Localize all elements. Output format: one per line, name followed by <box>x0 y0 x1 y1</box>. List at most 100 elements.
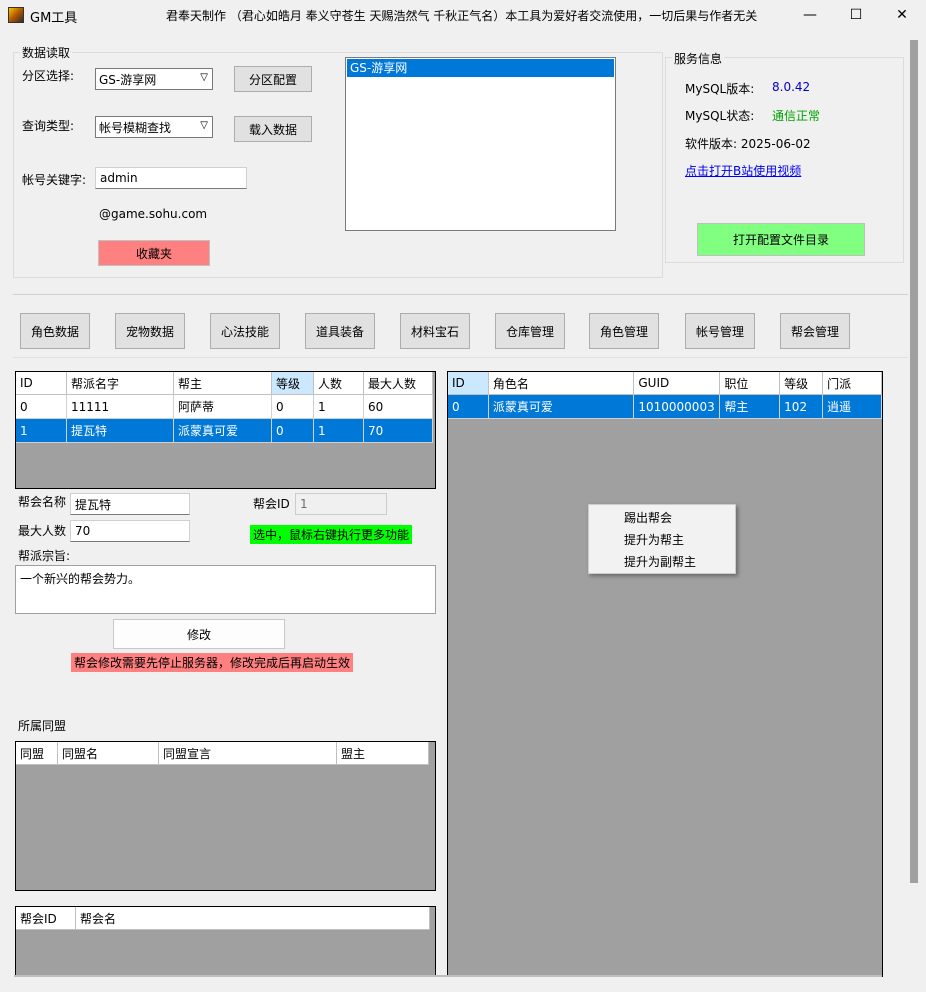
load-data-button[interactable]: 载入数据 <box>234 116 312 142</box>
column-header[interactable]: ID <box>448 372 489 395</box>
zone-select[interactable]: GS-游享网 ▽ <box>95 68 213 90</box>
nav-role-data[interactable]: 角色数据 <box>20 313 90 349</box>
minimize-button[interactable]: — <box>787 0 833 30</box>
nav-items[interactable]: 道具装备 <box>305 313 375 349</box>
zone-select-value: GS-游享网 <box>99 72 157 87</box>
column-header[interactable]: 帮会名 <box>75 907 430 930</box>
service-legend: 服务信息 <box>672 50 725 67</box>
nav-warehouse[interactable]: 仓库管理 <box>495 313 565 349</box>
horizontal-scrollbar[interactable] <box>14 975 882 977</box>
query-type-label: 查询类型: <box>22 119 75 133</box>
nav-role-manage[interactable]: 角色管理 <box>589 313 659 349</box>
nav-materials[interactable]: 材料宝石 <box>400 313 470 349</box>
table-header-row: 同盟 同盟名 同盟宣言 盟主 <box>16 742 429 765</box>
query-type-value: 帐号模糊查找 <box>99 120 172 135</box>
column-header[interactable]: GUID <box>633 372 721 395</box>
menu-item-promote-vice[interactable]: 提升为副帮主 <box>624 553 696 570</box>
close-button[interactable]: ✕ <box>879 0 925 30</box>
keyword-label: 帐号关键字: <box>22 173 87 187</box>
guild-table[interactable]: ID 帮派名字 帮主 等级 人数 最大人数 0 11111 阿萨蒂 0 1 60… <box>15 371 436 489</box>
modify-warning: 帮会修改需要先停止服务器，修改完成后再启动生效 <box>71 653 354 672</box>
nav-skills[interactable]: 心法技能 <box>210 313 280 349</box>
column-header[interactable]: 帮主 <box>173 372 272 395</box>
column-header[interactable]: 职位 <box>719 372 781 395</box>
column-header[interactable]: 角色名 <box>488 372 635 395</box>
domain-suffix: @game.sohu.com <box>99 207 208 221</box>
divider <box>13 294 908 295</box>
nav-pet-data[interactable]: 宠物数据 <box>115 313 185 349</box>
guild-ref-table[interactable]: 帮会ID 帮会名 <box>15 906 436 976</box>
column-header[interactable]: 帮派名字 <box>66 372 174 395</box>
menu-item-promote-leader[interactable]: 提升为帮主 <box>624 531 684 548</box>
cell: 1 <box>313 394 364 419</box>
column-header[interactable]: 人数 <box>313 372 364 395</box>
column-header[interactable]: 盟主 <box>336 742 429 765</box>
context-menu: 踢出帮会 提升为帮主 提升为副帮主 <box>588 504 736 574</box>
guild-name-label: 帮会名称 <box>18 495 67 509</box>
alliance-label: 所属同盟 <box>18 719 67 733</box>
member-table[interactable]: ID 角色名 GUID 职位 等级 门派 0 派蒙真可爱 1010000003 … <box>447 371 883 977</box>
column-header[interactable]: 同盟名 <box>57 742 159 765</box>
max-members-input[interactable]: 70 <box>70 520 190 542</box>
menu-item-kick[interactable]: 踢出帮会 <box>624 509 672 526</box>
column-header[interactable]: ID <box>16 372 67 395</box>
cell: 阿萨蒂 <box>173 394 272 419</box>
divider <box>13 357 908 358</box>
column-header[interactable]: 等级 <box>779 372 824 395</box>
open-config-dir-button[interactable]: 打开配置文件目录 <box>697 223 865 256</box>
maximize-button[interactable]: ☐ <box>833 0 879 30</box>
cell: 0 <box>16 394 67 419</box>
table-row-selected[interactable]: 1 提瓦特 派蒙真可爱 0 1 70 <box>16 418 433 443</box>
title-bar: GM工具 君奉天制作 （君心如皓月 奉义守苍生 天赐浩然气 千秋正气名）本工具为… <box>0 0 926 30</box>
server-list-item[interactable]: GS-游享网 <box>347 59 614 77</box>
guild-id-input: 1 <box>295 493 387 515</box>
nav-account-manage[interactable]: 帐号管理 <box>685 313 755 349</box>
cell: 70 <box>363 418 433 443</box>
guild-purpose-label: 帮派宗旨: <box>18 549 71 563</box>
guild-purpose-textarea[interactable]: 一个新兴的帮会势力。 <box>15 565 436 614</box>
column-header[interactable]: 帮会ID <box>16 907 76 930</box>
table-header-row: ID 角色名 GUID 职位 等级 门派 <box>448 372 882 395</box>
column-header[interactable]: 同盟 <box>16 742 58 765</box>
nav-guild-manage[interactable]: 帮会管理 <box>780 313 850 349</box>
column-header[interactable]: 同盟宣言 <box>158 742 337 765</box>
column-header[interactable]: 等级 <box>271 372 314 395</box>
app-icon <box>8 7 24 23</box>
guild-name-input[interactable]: 提瓦特 <box>70 493 190 515</box>
cell: 60 <box>363 394 433 419</box>
column-header[interactable]: 最大人数 <box>363 372 433 395</box>
software-version: 软件版本: 2025-06-02 <box>685 137 811 151</box>
query-type-select[interactable]: 帐号模糊查找 ▽ <box>95 116 213 138</box>
cell: 提瓦特 <box>66 418 174 443</box>
zone-config-button[interactable]: 分区配置 <box>234 66 312 92</box>
vertical-scrollbar[interactable] <box>910 40 918 883</box>
cell: 派蒙真可爱 <box>173 418 272 443</box>
table-row[interactable]: 0 11111 阿萨蒂 0 1 60 <box>16 394 433 419</box>
zone-label: 分区选择: <box>22 69 75 83</box>
cell: 0 <box>448 394 489 419</box>
guild-id-label: 帮会ID <box>253 497 290 511</box>
cell: 派蒙真可爱 <box>488 394 635 419</box>
mysql-version-value: 8.0.42 <box>772 80 811 94</box>
table-row-selected[interactable]: 0 派蒙真可爱 1010000003 帮主 102 逍遥 <box>448 394 882 419</box>
alliance-table[interactable]: 同盟 同盟名 同盟宣言 盟主 <box>15 741 436 891</box>
favorites-button[interactable]: 收藏夹 <box>98 240 210 266</box>
cell: 1 <box>313 418 364 443</box>
table-header-row: ID 帮派名字 帮主 等级 人数 最大人数 <box>16 372 433 395</box>
mysql-version-label: MySQL版本: <box>685 82 755 96</box>
mysql-status-label: MySQL状态: <box>685 109 755 123</box>
video-link[interactable]: 点击打开B站使用视频 <box>685 162 801 179</box>
max-members-label: 最大人数 <box>18 524 67 538</box>
cell: 0 <box>271 418 314 443</box>
column-header[interactable]: 门派 <box>822 372 882 395</box>
chevron-down-icon: ▽ <box>200 72 208 83</box>
server-listbox[interactable]: GS-游享网 <box>345 57 616 231</box>
right-click-hint: 选中，鼠标右键执行更多功能 <box>250 525 413 544</box>
cell: 帮主 <box>719 394 781 419</box>
cell: 逍遥 <box>822 394 882 419</box>
cell: 1 <box>16 418 67 443</box>
cell: 11111 <box>66 394 174 419</box>
cell: 102 <box>779 394 824 419</box>
keyword-input[interactable]: admin <box>95 167 247 189</box>
modify-button[interactable]: 修改 <box>113 619 285 649</box>
